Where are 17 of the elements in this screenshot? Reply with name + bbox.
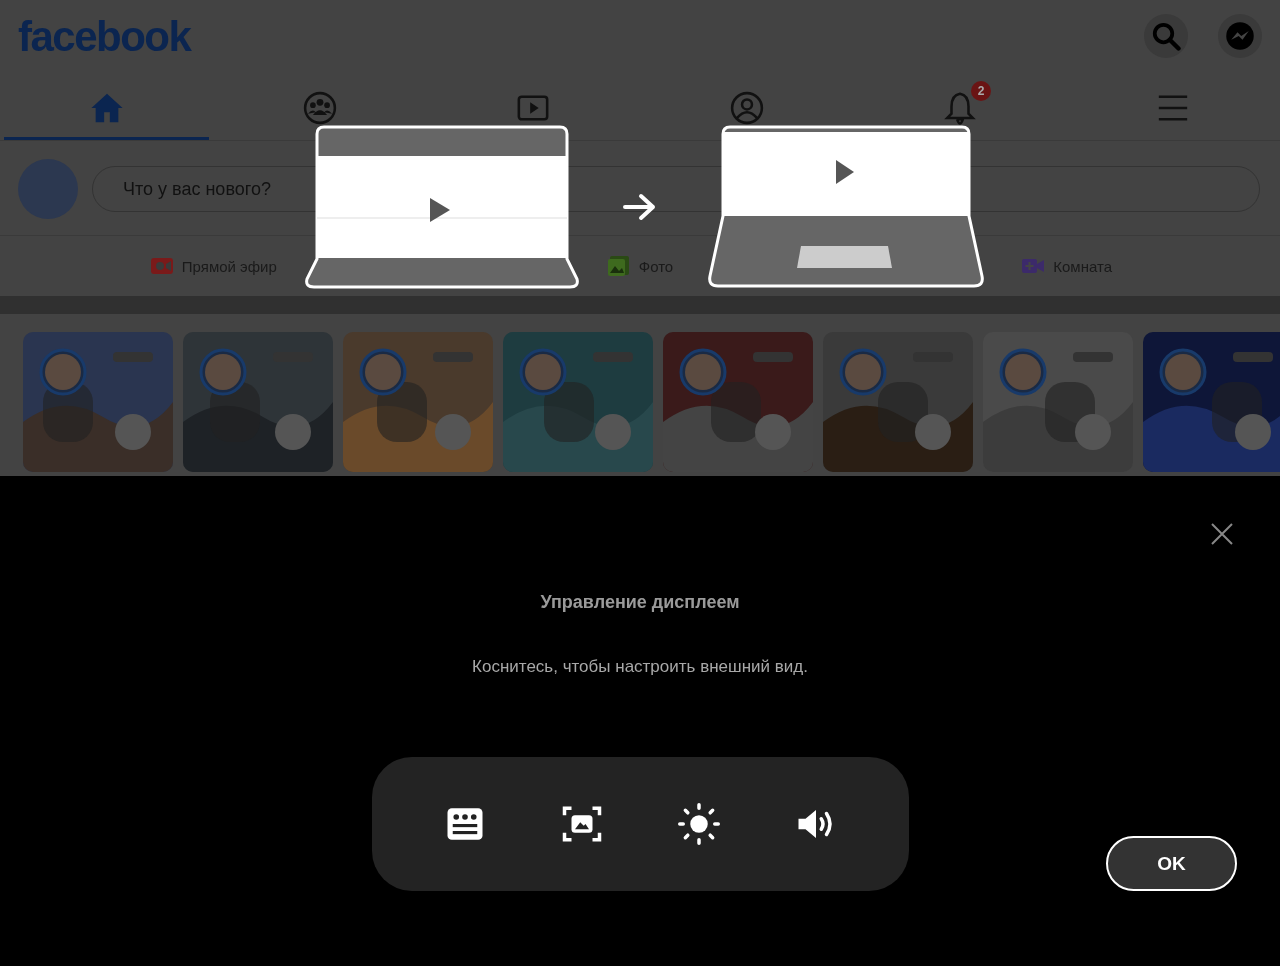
ok-button[interactable]: OK — [1106, 836, 1237, 891]
group-icon — [303, 90, 337, 125]
close-icon[interactable] — [1210, 522, 1234, 546]
person-icon — [729, 90, 764, 125]
chat-bubble-icon — [1225, 21, 1255, 51]
photos-icon — [606, 254, 631, 278]
dialog-title: Управление дисплеем — [540, 592, 740, 613]
nav-tab[interactable]: 2 — [857, 78, 1063, 140]
dialog-message: Коснитесь, чтобы настроить внешний вид. — [472, 657, 808, 677]
header-button[interactable] — [1218, 14, 1262, 58]
notification-badge: 2 — [970, 80, 991, 101]
header-button[interactable] — [1144, 14, 1188, 58]
logo[interactable]: facebook — [18, 13, 191, 61]
search-icon — [1151, 21, 1181, 51]
bell-icon — [942, 90, 977, 125]
display-control-button[interactable] — [677, 803, 720, 845]
sun-icon — [677, 803, 720, 845]
